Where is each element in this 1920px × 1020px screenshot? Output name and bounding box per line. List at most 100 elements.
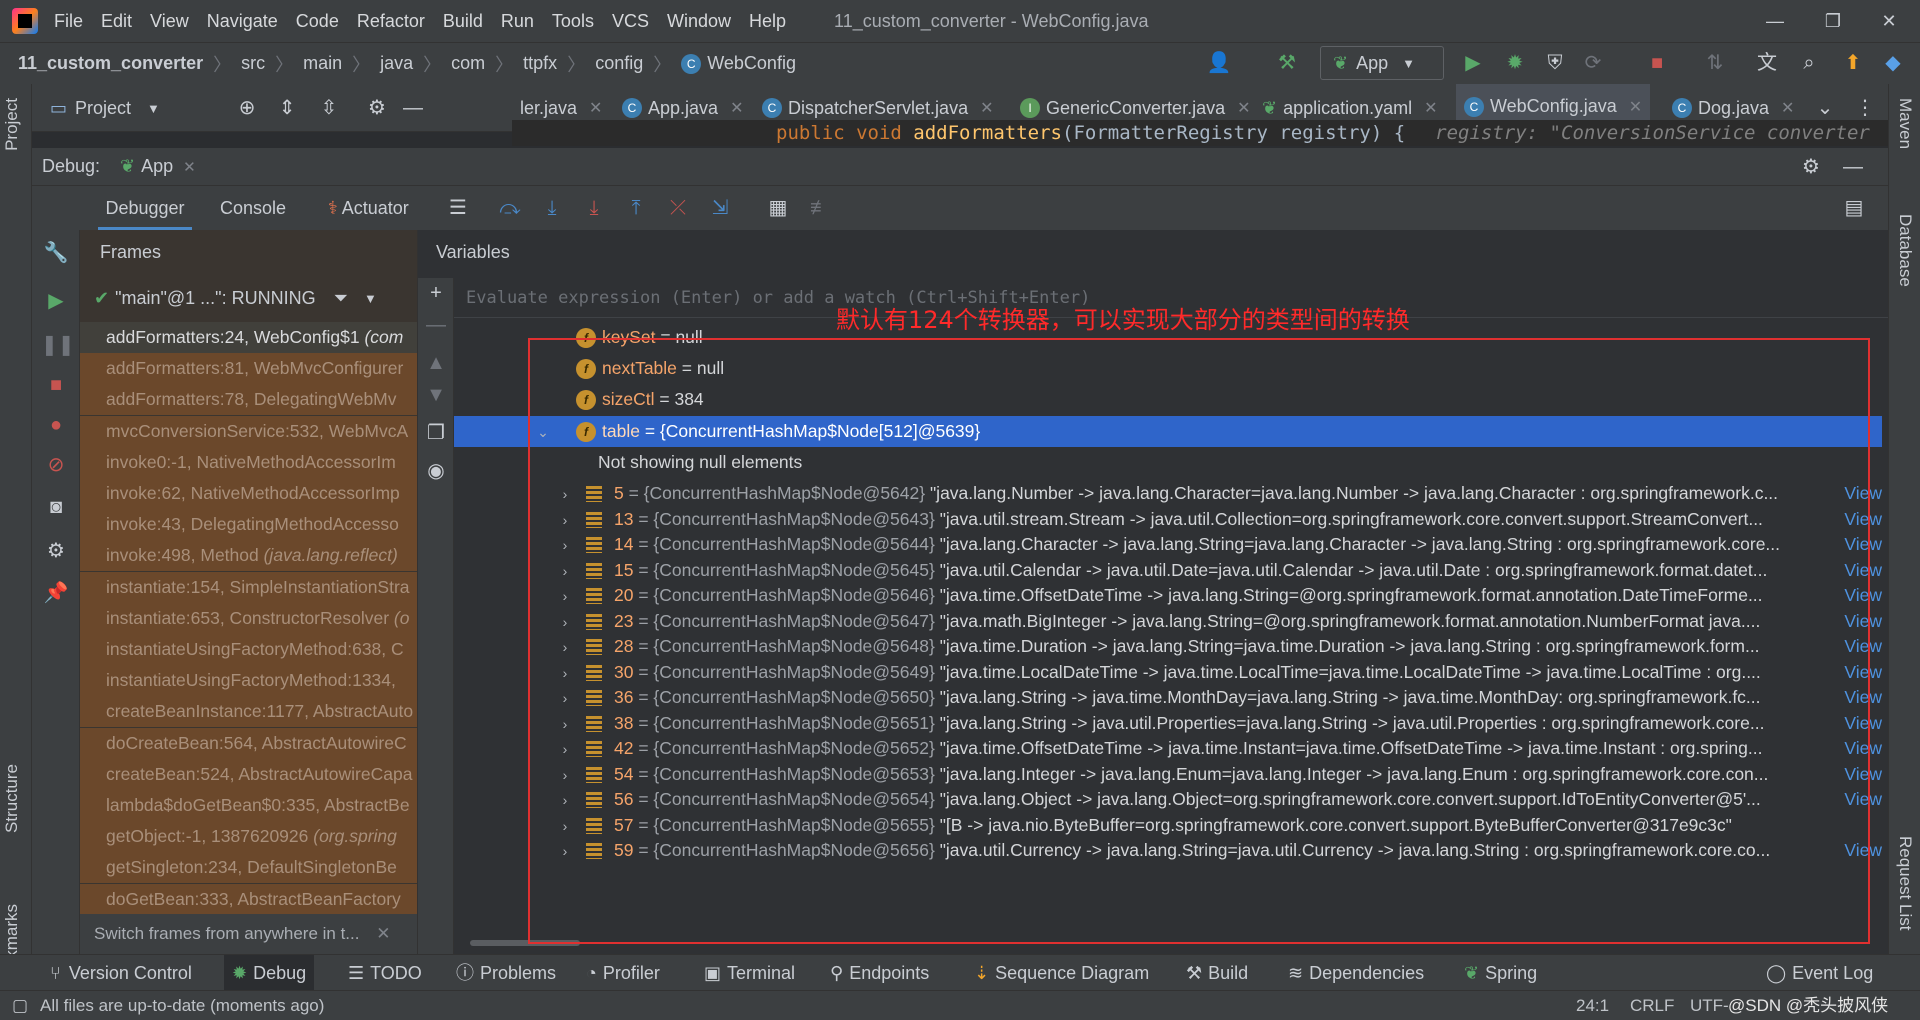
frame-item[interactable]: instantiate:653, ConstructorResolver (o <box>80 602 417 634</box>
file-encoding[interactable]: UTF- <box>1690 991 1729 1020</box>
restore-icon[interactable]: ❐ <box>1818 6 1848 36</box>
menu-code[interactable]: Code <box>296 11 339 32</box>
update-icon[interactable]: ⬆ <box>1838 48 1868 78</box>
tab-version-control[interactable]: ⑂ Version Control <box>50 955 192 991</box>
tab-problems[interactable]: ⓘ Problems <box>456 955 556 991</box>
resume-icon[interactable]: ▶ <box>41 286 71 316</box>
caret-position[interactable]: 24:1 <box>1576 991 1609 1020</box>
tab-spring[interactable]: ❦ Spring <box>1464 955 1537 991</box>
variable-row[interactable]: f nextTable = null <box>454 353 1882 384</box>
step-out-icon[interactable]: ⤒ <box>622 194 650 222</box>
coverage-icon[interactable]: ⛨ <box>1540 48 1570 78</box>
jetbrains-icon[interactable]: ◆ <box>1878 48 1908 78</box>
tab-debug[interactable]: ✹ Debug <box>224 955 315 991</box>
frame-item[interactable]: getObject:-1, 1387620926 (org.spring <box>80 821 417 853</box>
line-separator[interactable]: CRLF <box>1630 991 1674 1020</box>
layout-icon[interactable]: ▤ <box>1840 194 1868 222</box>
breadcrumb-config[interactable]: config <box>595 53 643 74</box>
close-icon[interactable]: ✕ <box>1781 98 1794 118</box>
gear-icon[interactable]: ⚙ <box>1796 152 1826 182</box>
camera-icon[interactable]: ◙ <box>41 492 71 522</box>
collapse-all-icon[interactable]: ⇳ <box>314 93 344 123</box>
breadcrumb-project[interactable]: 11_custom_converter <box>18 53 203 74</box>
user-icon[interactable]: 👤 <box>1204 48 1234 78</box>
close-icon[interactable]: ✕ <box>730 98 743 118</box>
menu-edit[interactable]: Edit <box>101 11 132 32</box>
tab-terminal[interactable]: ▣ Terminal <box>704 955 795 991</box>
maven-tool-tab[interactable]: Maven <box>1895 98 1915 149</box>
pin-icon[interactable]: 📌 <box>41 578 71 608</box>
close-icon[interactable]: ✕ <box>183 158 196 176</box>
chevron-down-icon[interactable]: ▼ <box>364 291 377 306</box>
run-to-cursor-icon[interactable]: ⇲ <box>706 194 734 222</box>
close-icon[interactable]: ✕ <box>1629 97 1642 117</box>
horizontal-scrollbar[interactable] <box>454 938 1882 948</box>
code-editor-line[interactable]: public void addFormatters(FormatterRegis… <box>512 120 1888 146</box>
locate-icon[interactable]: ⊕ <box>232 93 262 123</box>
profile-icon[interactable]: ⟳ <box>1578 48 1608 78</box>
menu-navigate[interactable]: Navigate <box>207 11 278 32</box>
frame-item[interactable]: doCreateBean:564, AbstractAutowireC <box>80 727 417 759</box>
tab-console[interactable]: Console <box>220 186 286 230</box>
breadcrumb-ttpfx[interactable]: ttpfx <box>523 53 557 74</box>
close-icon[interactable]: ✕ <box>376 924 390 943</box>
breadcrumb-main[interactable]: main <box>303 53 342 74</box>
frame-item[interactable]: invoke:62, NativeMethodAccessorImp <box>80 478 417 509</box>
close-icon[interactable]: ✕ <box>1874 6 1904 36</box>
frame-item[interactable]: getSingleton:234, DefaultSingletonBe <box>80 852 417 884</box>
frame-item[interactable]: invoke:498, Method (java.lang.reflect) <box>80 540 417 572</box>
chevron-right-icon[interactable]: › <box>554 836 576 866</box>
frame-item[interactable]: createBean:524, AbstractAutowireCapa <box>80 758 417 790</box>
frame-item[interactable]: instantiateUsingFactoryMethod:1334, <box>80 665 417 697</box>
menu-tools[interactable]: Tools <box>552 11 594 32</box>
tab-todo[interactable]: ☰ TODO <box>348 955 422 991</box>
menu-refactor[interactable]: Refactor <box>357 11 425 32</box>
tab-sequence-diagram[interactable]: ⇣ Sequence Diagram <box>974 955 1149 991</box>
array-entry-row[interactable]: › 59 = {ConcurrentHashMap$Node@5656} "jav… <box>454 835 1882 866</box>
project-tool-tab[interactable]: Project <box>2 98 22 151</box>
menu-build[interactable]: Build <box>443 11 483 32</box>
copy-icon[interactable]: ❐ <box>421 418 451 448</box>
drop-frame-icon[interactable]: ⤫ <box>664 194 692 222</box>
database-tool-tab[interactable]: Database <box>1895 214 1915 287</box>
debug-session-tab[interactable]: ❦ App ✕ <box>120 156 196 177</box>
structure-tool-tab[interactable]: Structure <box>2 764 22 833</box>
remove-icon[interactable]: — <box>421 310 451 340</box>
gear-icon[interactable]: ⚙ <box>362 93 392 123</box>
view-link[interactable]: View <box>1838 835 1882 866</box>
more-icon[interactable]: ⋮ <box>1850 93 1880 123</box>
menu-lines-icon[interactable]: ☰ <box>444 194 472 222</box>
tab-endpoints[interactable]: ⚲ Endpoints <box>830 955 929 991</box>
frame-item[interactable]: invoke:43, DelegatingMethodAccesso <box>80 509 417 541</box>
gear-icon[interactable]: ⚙ <box>41 536 71 566</box>
frame-item[interactable]: instantiateUsingFactoryMethod:638, C <box>80 634 417 665</box>
view-breakpoints-icon[interactable]: ● <box>41 410 71 440</box>
trace-icon[interactable]: ≢ <box>806 194 834 222</box>
chevron-down-icon[interactable]: ⌄ <box>1810 93 1840 123</box>
frame-item[interactable]: instantiate:154, SimpleInstantiationStra <box>80 571 417 603</box>
variable-row[interactable]: f sizeCtl = 384 <box>454 384 1882 415</box>
frame-item[interactable]: addFormatters:81, WebMvcConfigurer <box>80 353 417 385</box>
variable-row-selected[interactable]: ⌄ f table = {ConcurrentHashMap$Node[512]@5… <box>454 416 1882 447</box>
stop-icon[interactable]: ■ <box>41 370 71 400</box>
frame-item[interactable]: createBeanInstance:1177, AbstractAuto <box>80 696 417 728</box>
filter-icon[interactable]: ⏷ <box>334 288 348 309</box>
menu-window[interactable]: Window <box>667 11 731 32</box>
build-hammer-icon[interactable]: ⚒ <box>1272 48 1302 78</box>
frame-item[interactable]: doGetBean:333, AbstractBeanFactory <box>80 883 417 915</box>
breadcrumb-com[interactable]: com <box>451 53 485 74</box>
down-icon[interactable]: ▼ <box>421 380 451 410</box>
menu-run[interactable]: Run <box>501 11 534 32</box>
tab-build[interactable]: ⚒ Build <box>1186 955 1248 991</box>
hide-icon[interactable]: — <box>398 93 428 123</box>
run-config-select[interactable]: ❦ App ▼ <box>1320 46 1444 80</box>
tab-dependencies[interactable]: ≋ Dependencies <box>1288 955 1424 991</box>
translate-icon[interactable]: 文 <box>1752 48 1782 78</box>
project-view-select[interactable]: ▭ Project ▼ <box>50 92 160 124</box>
eye-icon[interactable]: ◉ <box>421 456 451 486</box>
close-icon[interactable]: ✕ <box>589 98 602 118</box>
up-icon[interactable]: ▲ <box>421 348 451 378</box>
menu-file[interactable]: File <box>54 11 83 32</box>
evaluate-icon[interactable]: ▦ <box>764 194 792 222</box>
close-icon[interactable]: ✕ <box>1237 98 1250 118</box>
